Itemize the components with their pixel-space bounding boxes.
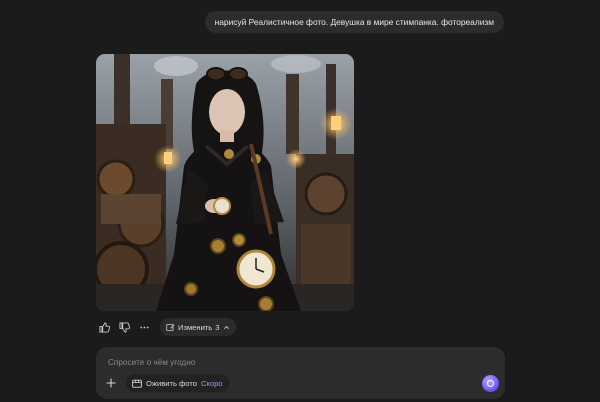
plus-icon xyxy=(106,378,116,388)
steampunk-girl-image xyxy=(96,54,354,311)
more-button[interactable] xyxy=(136,319,152,335)
edit-image-icon xyxy=(166,323,175,331)
edit-image-button[interactable]: Изменить 3 xyxy=(160,318,236,336)
animate-photo-icon xyxy=(132,379,142,388)
animate-photo-label: Оживить фото xyxy=(146,378,197,388)
soon-badge: Скоро xyxy=(200,378,223,388)
thumbs-up-icon xyxy=(98,321,110,333)
prompt-input[interactable] xyxy=(106,354,470,370)
like-button[interactable] xyxy=(96,319,112,335)
dislike-button[interactable] xyxy=(116,319,132,335)
more-dots-icon xyxy=(139,326,149,328)
generated-image[interactable] xyxy=(96,54,354,311)
edit-label: Изменить xyxy=(178,322,213,332)
message-composer: Оживить фото Скоро xyxy=(96,347,505,399)
attach-button[interactable] xyxy=(104,376,118,390)
message-actions: Изменить 3 xyxy=(96,318,236,336)
user-message-bubble: нарисуй Реалистичное фото. Девушка в мир… xyxy=(204,11,504,33)
animate-photo-button[interactable]: Оживить фото Скоро xyxy=(126,374,229,392)
chevron-up-icon xyxy=(223,325,229,329)
edit-count: 3 xyxy=(215,322,220,332)
alice-voice-button[interactable] xyxy=(482,375,499,392)
alice-icon xyxy=(487,380,494,387)
thumbs-down-icon xyxy=(118,321,130,333)
